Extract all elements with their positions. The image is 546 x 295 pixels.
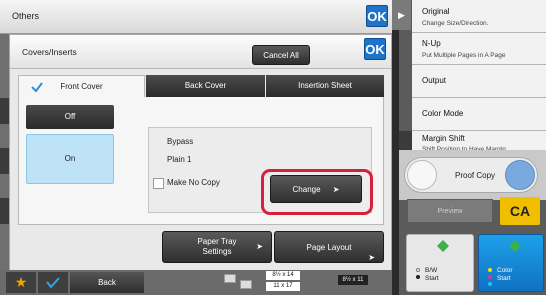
proof-right-icon	[505, 160, 535, 190]
change-label: Change	[292, 185, 321, 194]
arrow-right-icon: ➤	[332, 185, 340, 194]
paper-tray-label: Paper Tray	[197, 237, 237, 246]
check-icon	[31, 82, 43, 93]
arrow-right-icon: ➤	[368, 253, 375, 262]
tab-back-cover[interactable]: Back Cover	[146, 75, 265, 97]
color-dots	[488, 268, 492, 289]
bw-label: B/W	[425, 267, 438, 274]
cancel-all-button[interactable]: Cancel All	[252, 45, 310, 65]
tray-size-2: 11 x 17	[266, 282, 300, 291]
change-button[interactable]: Change ➤	[270, 175, 362, 203]
others-header: Others OK	[0, 0, 392, 34]
start-dots	[416, 268, 420, 282]
paper-type: Plain 1	[167, 155, 192, 164]
tab-front-cover[interactable]: Front Cover	[18, 75, 145, 97]
tray-icon	[224, 274, 236, 283]
bw-start-label: Start	[425, 275, 439, 283]
menu-item-output[interactable]: Output	[412, 65, 546, 98]
arrow-right-icon: ➤	[256, 242, 263, 251]
back-button[interactable]: Back	[70, 272, 144, 293]
check-icon	[46, 277, 60, 289]
others-title: Others	[12, 11, 40, 21]
make-no-copy-label: Make No Copy	[167, 178, 220, 187]
bw-start-button[interactable]: B/W Start	[406, 234, 474, 292]
menu-sublabel: Put Multiple Pages in A Page	[422, 52, 506, 59]
tab-label: Front Cover	[60, 82, 103, 91]
paper-tray-label-2: Settings	[202, 247, 232, 256]
tray-icon	[240, 280, 252, 289]
menu-label: Original	[422, 7, 450, 16]
paper-source: Bypass	[167, 137, 194, 146]
off-button[interactable]: Off	[26, 105, 114, 129]
edge-tab	[0, 98, 9, 124]
page-layout-label: Page Layout	[306, 243, 352, 252]
edge-tab	[0, 148, 9, 174]
paper-tray-settings-button[interactable]: Paper Tray Settings ➤	[162, 231, 272, 263]
check-icon-button[interactable]	[38, 272, 68, 293]
proof-copy-label: Proof Copy	[455, 171, 496, 180]
color-start-label: Start	[497, 275, 511, 283]
clear-all-button[interactable]: CA	[500, 197, 540, 225]
star-icon[interactable]: ★	[6, 272, 36, 293]
color-start-button[interactable]: Color Start	[478, 234, 544, 292]
preview-button[interactable]: Preview	[407, 199, 493, 223]
color-label: Color	[497, 267, 513, 274]
edge-tab	[0, 198, 9, 224]
page-layout-button[interactable]: Page Layout ➤	[274, 231, 384, 263]
menu-item-n-up[interactable]: N-Up Put Multiple Pages in A Page	[412, 33, 546, 65]
tab-insertion-sheet[interactable]: Insertion Sheet	[266, 75, 384, 97]
menu-label: Margin Shift	[422, 134, 465, 143]
bottom-bar: ★ Back	[0, 270, 392, 295]
dialog-header: Covers/Inserts Cancel All	[10, 35, 391, 69]
dialog-ok-button[interactable]: OK	[364, 38, 386, 60]
menu-label: Output	[422, 76, 447, 85]
proof-left-icon	[407, 160, 437, 190]
menu-label: Color Mode	[422, 109, 464, 118]
tray-size-3: 8½ x 11	[338, 275, 368, 285]
collapse-arrow-icon[interactable]: ▶	[392, 0, 411, 30]
on-button[interactable]: On	[26, 134, 114, 184]
start-diamond-icon	[437, 240, 449, 252]
menu-sublabel: Change Size/Direction.	[422, 20, 489, 27]
dialog-title: Covers/Inserts	[22, 47, 77, 57]
menu-item-color-mode[interactable]: Color Mode	[412, 98, 546, 131]
start-diamond-icon	[509, 240, 521, 252]
covers-inserts-dialog: Covers/Inserts Cancel All Front Cover Ba…	[9, 34, 392, 272]
make-no-copy-checkbox[interactable]	[153, 178, 164, 189]
menu-label: N-Up	[422, 39, 441, 48]
menu-item-original[interactable]: Original Change Size/Direction.	[412, 0, 546, 33]
tray-size-1: 8½ x 14	[266, 271, 300, 280]
others-ok-button[interactable]: OK	[366, 5, 388, 27]
